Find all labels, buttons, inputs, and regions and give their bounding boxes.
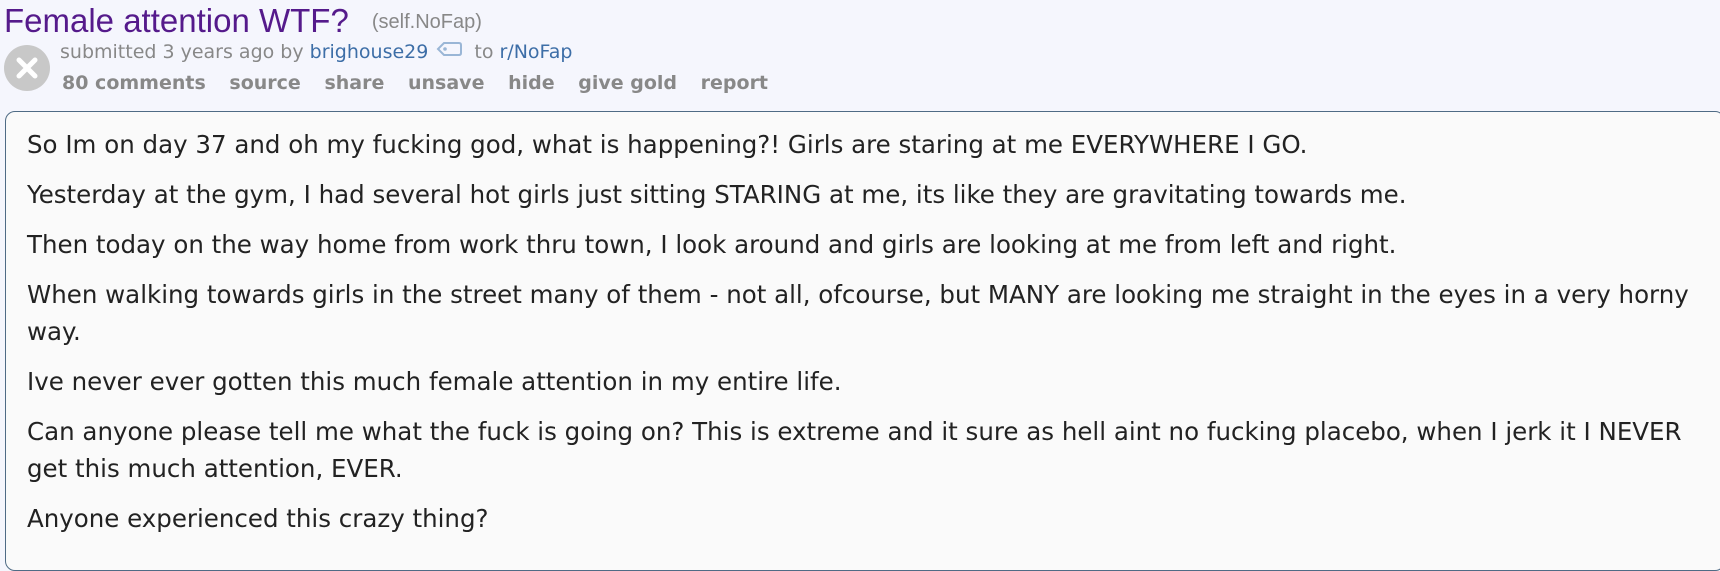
share-button[interactable]: share <box>324 72 384 94</box>
give-gold-button[interactable]: give gold <box>578 72 677 94</box>
tagline-prefix: submitted 3 years ago by <box>60 41 310 63</box>
subreddit-link[interactable]: r/NoFap <box>500 41 573 63</box>
unsave-button[interactable]: unsave <box>408 72 484 94</box>
body-paragraph: Then today on the way home from work thr… <box>27 230 1397 259</box>
post-body: So Im on day 37 and oh my fucking god, w… <box>5 111 1720 571</box>
source-button[interactable]: source <box>229 72 300 94</box>
body-paragraph: Yesterday at the gym, I had several hot … <box>27 180 1407 209</box>
body-paragraph: Ive never ever gotten this much female a… <box>27 367 842 396</box>
post-title[interactable]: Female attention WTF? <box>4 2 349 39</box>
report-button[interactable]: report <box>701 72 768 94</box>
body-paragraph: So Im on day 37 and oh my fucking god, w… <box>27 130 1308 159</box>
author-link[interactable]: brighouse29 <box>310 41 429 63</box>
body-paragraph: Can anyone please tell me what the fuck … <box>27 417 1682 483</box>
tag-icon[interactable] <box>436 40 463 62</box>
body-paragraph: Anyone experienced this crazy thing? <box>27 504 489 533</box>
body-paragraph: When walking towards girls in the street… <box>27 280 1689 346</box>
close-icon[interactable] <box>4 45 50 91</box>
post-buttons: 80 comments source share unsave hide giv… <box>62 72 785 94</box>
post-title-row: Female attention WTF? (self.NoFap) <box>4 2 482 40</box>
tagline-to: to <box>468 41 500 63</box>
comments-button[interactable]: 80 comments <box>62 72 206 94</box>
post-domain[interactable]: (self.NoFap) <box>372 11 482 33</box>
hide-button[interactable]: hide <box>508 72 555 94</box>
post-tagline: submitted 3 years ago by brighouse29 to … <box>60 41 572 64</box>
